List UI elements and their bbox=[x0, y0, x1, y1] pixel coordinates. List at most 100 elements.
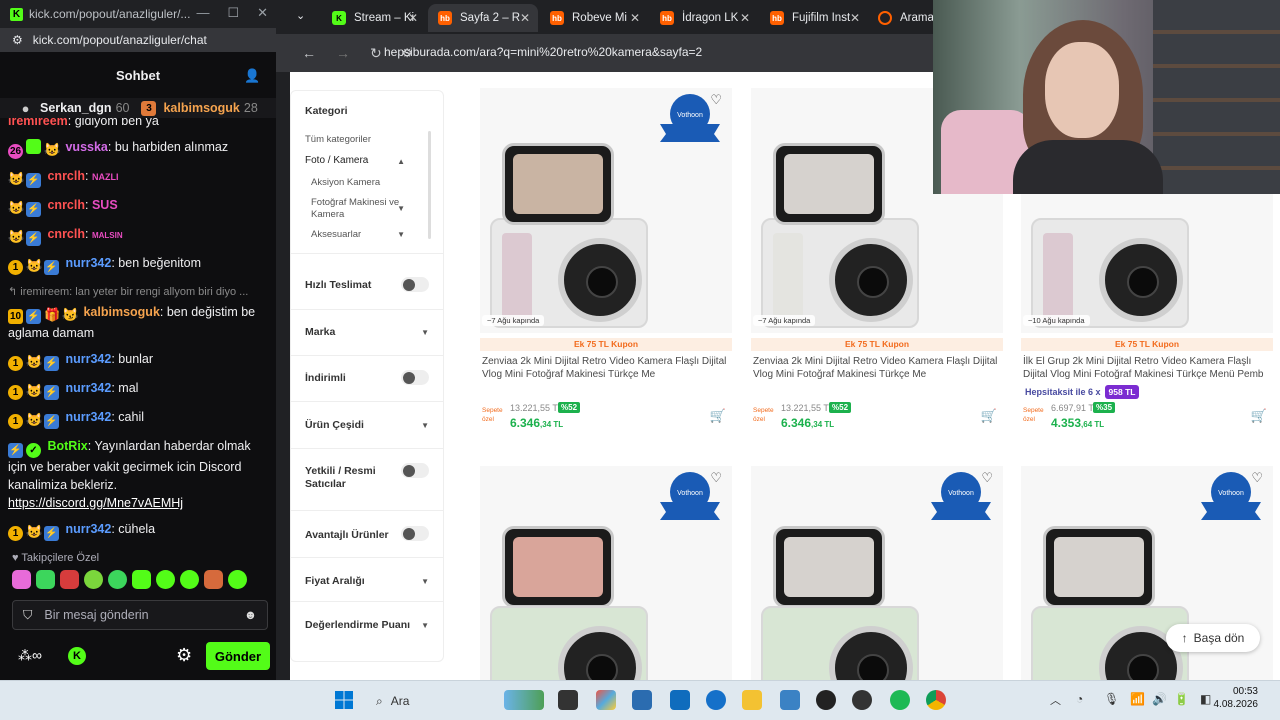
favorite-heart-icon[interactable]: ♡ bbox=[710, 92, 722, 108]
chat-username[interactable]: kalbimsoguk bbox=[83, 305, 159, 319]
back-icon[interactable]: ← bbox=[302, 45, 316, 61]
emote-icon[interactable] bbox=[84, 570, 103, 589]
chevron-down-icon[interactable]: ▼ bbox=[397, 204, 405, 213]
file-explorer-icon[interactable] bbox=[742, 690, 762, 710]
product-name[interactable]: Zenviaa 2k Mini Dijital Retro Video Kame… bbox=[753, 355, 1001, 381]
emote-icon[interactable] bbox=[108, 570, 127, 589]
copilot-icon[interactable] bbox=[596, 690, 616, 710]
tab-stream[interactable]: K Stream – Ki ✕ bbox=[322, 4, 426, 32]
taskbar-clock[interactable]: 00:53 4.08.2026 bbox=[1214, 685, 1259, 711]
emoji-icon[interactable]: ☻ bbox=[244, 608, 257, 622]
filter-sub-photo-machine[interactable]: Fotoğraf Makinesi ve Kamera bbox=[311, 197, 411, 221]
add-to-cart-icon[interactable]: 🛒 bbox=[710, 408, 726, 424]
speaker-icon[interactable]: 🔊 bbox=[1152, 692, 1167, 706]
gear-icon[interactable]: ⚙ bbox=[176, 645, 192, 666]
chevron-up-icon[interactable]: ︿ bbox=[1050, 692, 1061, 708]
filter-product-variety[interactable]: Ürün Çeşidi bbox=[305, 419, 364, 431]
tab-robeve[interactable]: hb Robeve Mi ✕ bbox=[540, 4, 648, 32]
chat-username[interactable]: cnrclh bbox=[47, 198, 85, 212]
minimize-icon[interactable]: — bbox=[196, 5, 209, 21]
emote-icon[interactable] bbox=[180, 570, 199, 589]
microphone-icon[interactable]: 🎙 bbox=[1104, 692, 1119, 706]
chrome-icon[interactable] bbox=[926, 690, 946, 710]
users-icon[interactable]: 👤 bbox=[244, 68, 260, 83]
filter-rating[interactable]: Değerlendirme Puanı bbox=[305, 619, 410, 631]
app-icon[interactable]: ◧ bbox=[1200, 692, 1211, 706]
chat-username[interactable]: BotRix bbox=[47, 439, 87, 453]
chat-username[interactable]: nurr342 bbox=[65, 352, 111, 366]
pinned-user[interactable]: kalbimsoguk bbox=[163, 101, 239, 115]
forward-icon[interactable]: → bbox=[336, 45, 350, 61]
reload-icon[interactable]: ↻ bbox=[370, 45, 382, 62]
chat-username[interactable]: cnrclh bbox=[47, 227, 85, 241]
emote-icon[interactable] bbox=[228, 570, 247, 589]
product-card[interactable]: Vothoon ♡ bbox=[480, 466, 732, 680]
tab-close-icon[interactable]: ✕ bbox=[630, 11, 640, 25]
product-image[interactable]: Vothoon ♡ bbox=[751, 466, 1003, 680]
discord-link[interactable]: https://discord.gg/Mne7vAEMHj bbox=[8, 496, 183, 510]
tab-close-icon[interactable]: ✕ bbox=[740, 11, 750, 25]
address-bar[interactable]: hepsiburada.com/ara?q=mini%20retro%20kam… bbox=[384, 45, 702, 59]
chat-username[interactable]: vusska bbox=[65, 140, 107, 154]
kick-coin-icon[interactable]: K bbox=[68, 647, 86, 665]
chat-message-input[interactable]: ⛉ Bir mesaj gönderin ☻ bbox=[12, 600, 268, 630]
chat-username[interactable]: nurr342 bbox=[65, 381, 111, 395]
chat-urlbar[interactable]: ⚙ kick.com/popout/anazliguler/chat bbox=[0, 28, 276, 52]
task-view-icon[interactable] bbox=[558, 690, 578, 710]
battery-icon[interactable]: 🔋 bbox=[1174, 692, 1189, 706]
tab-sayfa2[interactable]: hb Sayfa 2 – R ✕ bbox=[428, 4, 538, 32]
product-name[interactable]: İlk El Grup 2k Mini Dijital Retro Video … bbox=[1023, 355, 1271, 381]
tab-close-icon[interactable]: ✕ bbox=[520, 11, 530, 25]
chat-username[interactable]: nurr342 bbox=[65, 256, 111, 270]
app-icon[interactable] bbox=[816, 690, 836, 710]
add-to-cart-icon[interactable]: 🛒 bbox=[1251, 408, 1267, 424]
chevron-down-icon[interactable]: ▼ bbox=[421, 421, 429, 430]
widgets-icon[interactable] bbox=[504, 690, 544, 710]
send-button[interactable]: Gönder bbox=[206, 642, 270, 670]
filter-price-range[interactable]: Fiyat Aralığı bbox=[305, 575, 365, 587]
filter-sub-action-camera[interactable]: Aksiyon Kamera bbox=[311, 177, 411, 189]
add-to-cart-icon[interactable]: 🛒 bbox=[981, 408, 997, 424]
chevron-down-icon[interactable]: ▼ bbox=[421, 621, 429, 630]
chat-username[interactable]: nurr342 bbox=[65, 410, 111, 424]
discounted-toggle[interactable] bbox=[401, 370, 429, 385]
emote-icon[interactable] bbox=[156, 570, 175, 589]
category-scrollbar[interactable] bbox=[428, 131, 431, 239]
filter-all-categories[interactable]: Tüm kategoriler bbox=[305, 134, 371, 145]
favorite-heart-icon[interactable]: ♡ bbox=[710, 470, 722, 486]
tab-arama[interactable]: Arama S bbox=[868, 4, 938, 32]
tab-idragon[interactable]: hb İdragon LK ✕ bbox=[650, 4, 758, 32]
tab-close-icon[interactable]: ✕ bbox=[850, 11, 860, 25]
emote-icon[interactable] bbox=[12, 570, 31, 589]
pinned-user[interactable]: Serkan_dgn bbox=[40, 101, 112, 115]
app-icon[interactable] bbox=[780, 690, 800, 710]
favorite-heart-icon[interactable]: ♡ bbox=[981, 470, 993, 486]
wifi-icon[interactable]: 📶 bbox=[1130, 692, 1145, 706]
maximize-icon[interactable]: ☐ bbox=[227, 5, 239, 21]
filter-photo-camera[interactable]: Foto / Kamera bbox=[305, 155, 368, 166]
product-name[interactable]: Zenviaa 2k Mini Dijital Retro Video Kame… bbox=[482, 355, 730, 381]
tab-search-icon[interactable]: ⌄ bbox=[296, 9, 305, 22]
chevron-up-icon[interactable]: ▲ bbox=[397, 157, 405, 166]
fast-delivery-toggle[interactable] bbox=[401, 277, 429, 292]
network-app-icon[interactable]: ◔ bbox=[1076, 692, 1083, 706]
obs-icon[interactable] bbox=[852, 690, 872, 710]
app-icon[interactable] bbox=[706, 690, 726, 710]
tab-close-icon[interactable]: ✕ bbox=[408, 11, 418, 25]
emote-icon[interactable] bbox=[60, 570, 79, 589]
authorized-toggle[interactable] bbox=[401, 463, 429, 478]
emote-icon[interactable] bbox=[36, 570, 55, 589]
product-image[interactable]: Vothoon ♡ ~7 Ağu kapında bbox=[480, 88, 732, 333]
favorite-heart-icon[interactable]: ♡ bbox=[1251, 470, 1263, 486]
chat-username[interactable]: cnrclh bbox=[47, 169, 85, 183]
product-image[interactable]: Vothoon ♡ bbox=[480, 466, 732, 680]
store-icon[interactable] bbox=[632, 690, 652, 710]
filter-sub-accessories[interactable]: Aksesuarlar bbox=[311, 229, 411, 241]
product-card[interactable]: Vothoon ♡ ~7 Ağu kapında Ek 75 TL Kupon … bbox=[480, 88, 732, 440]
spotify-icon[interactable] bbox=[890, 690, 910, 710]
emote-icon[interactable] bbox=[132, 570, 151, 589]
chevron-down-icon[interactable]: ▼ bbox=[397, 230, 405, 239]
chat-username[interactable]: nurr342 bbox=[65, 522, 111, 536]
close-icon[interactable]: ✕ bbox=[257, 5, 268, 21]
filter-brand[interactable]: Marka bbox=[305, 326, 335, 338]
